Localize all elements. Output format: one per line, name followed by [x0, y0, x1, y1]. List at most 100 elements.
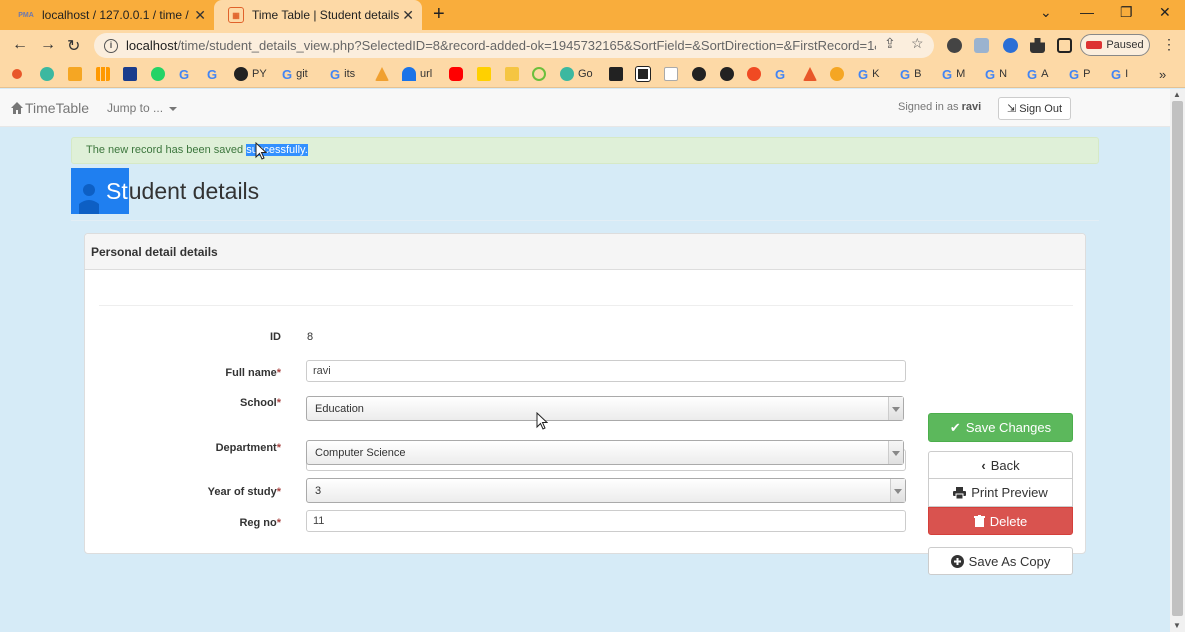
bookmark-icon[interactable] [68, 66, 86, 82]
restore-icon[interactable]: ❐ [1120, 4, 1133, 21]
google-p-bookmark[interactable]: GP [1069, 66, 1090, 82]
bookmark-icon[interactable] [609, 66, 627, 82]
sign-out-button[interactable]: ⇲ Sign Out [998, 97, 1071, 120]
tab-search-chevron-icon[interactable]: ⌄ [1040, 4, 1052, 21]
share-icon[interactable]: ⇪ [884, 35, 896, 52]
bookmark-icon[interactable] [96, 66, 114, 82]
google-a-bookmark[interactable]: GA [1027, 66, 1048, 82]
avatar [1086, 41, 1103, 49]
reg-no-input[interactable]: 11 [306, 510, 906, 532]
more-bookmarks-chevron-icon[interactable]: » [1159, 66, 1166, 82]
id-label: ID [81, 331, 281, 343]
scroll-up-icon[interactable]: ▲ [1173, 90, 1181, 99]
profile-paused-button[interactable]: Paused [1080, 34, 1150, 56]
back-button[interactable]: ‹ Back [928, 451, 1073, 479]
bookmark-icon[interactable] [532, 66, 550, 82]
menu-dots-icon[interactable]: ⋮ [1162, 36, 1176, 53]
address-bar[interactable]: i localhost/time/student_details_view.ph… [94, 33, 934, 58]
bookmark-icon[interactable] [747, 66, 765, 82]
back-label: Back [990, 457, 1020, 473]
bookmark-icon[interactable] [635, 66, 654, 82]
minimize-icon[interactable]: — [1080, 4, 1094, 20]
bookmark-label: K [872, 68, 880, 80]
required-mark: * [276, 367, 281, 379]
school-select[interactable]: Education [306, 396, 904, 421]
bookmark-icon[interactable] [692, 66, 710, 82]
url-bookmark[interactable]: url [402, 66, 432, 82]
go-bookmark[interactable]: Go [560, 66, 593, 82]
bookmark-label: M [956, 68, 966, 80]
delete-button[interactable]: Delete [928, 507, 1073, 535]
fullname-input-field[interactable]: ravi [306, 360, 906, 382]
department-select[interactable]: Computer Science [306, 440, 904, 465]
google-n-bookmark[interactable]: GN [985, 66, 1007, 82]
bookmark-icon[interactable] [830, 66, 848, 82]
google-bookmark-icon[interactable]: G [775, 66, 789, 82]
bookmark-icon[interactable] [477, 66, 495, 82]
bookmark-icon[interactable] [664, 66, 682, 82]
calendar-icon: ▦ [228, 7, 244, 23]
save-as-copy-button[interactable]: Save As Copy [928, 547, 1073, 575]
close-tab-icon[interactable]: ✕ [194, 7, 206, 24]
site-info-icon[interactable]: i [104, 38, 118, 53]
print-icon [953, 486, 967, 499]
jump-to-dropdown[interactable]: Jump to ... [107, 101, 178, 115]
url-text[interactable]: localhost/time/student_details_view.php?… [126, 38, 876, 53]
print-preview-button[interactable]: Print Preview [928, 479, 1073, 507]
its-bookmark[interactable]: Gits [330, 66, 355, 82]
close-tab-icon[interactable]: ✕ [402, 7, 414, 24]
google-k-bookmark[interactable]: GK [858, 66, 879, 82]
extensions-puzzle-icon[interactable] [1030, 38, 1045, 53]
jump-to-label: Jump to ... [107, 101, 164, 115]
youtube-bookmark-icon[interactable] [449, 66, 467, 82]
scrollbar-thumb[interactable] [1172, 101, 1183, 616]
forward-arrow-icon[interactable]: → [40, 36, 56, 54]
tab-title: Time Table | Student details [252, 8, 400, 22]
caret-down-icon [169, 106, 178, 111]
google-i-bookmark[interactable]: GI [1111, 66, 1128, 82]
bookmark-icon[interactable] [375, 66, 393, 82]
chevron-down-icon[interactable] [888, 397, 903, 420]
scroll-down-icon[interactable]: ▼ [1173, 621, 1181, 630]
divider [71, 220, 1099, 221]
google-b-bookmark[interactable]: GB [900, 66, 921, 82]
year-of-study-select[interactable]: 3 [306, 478, 906, 503]
required-mark: * [276, 517, 281, 529]
brand-link[interactable]: TimeTable [11, 100, 89, 116]
window-close-icon[interactable]: ✕ [1159, 4, 1171, 21]
google-m-bookmark[interactable]: GM [942, 66, 965, 82]
panda-extension-icon[interactable] [947, 38, 962, 53]
bookmark-label: P [1083, 68, 1091, 80]
required-mark: * [276, 442, 281, 454]
save-changes-button[interactable]: ✔ Save Changes [928, 413, 1073, 442]
browser-tab-student-details[interactable]: ▦ Time Table | Student details ✕ [214, 0, 422, 30]
bookmark-star-icon[interactable]: ☆ [911, 35, 924, 52]
brand-label: TimeTable [25, 100, 90, 116]
ieee-bookmark-icon[interactable] [123, 66, 141, 82]
at-extension-icon[interactable] [1003, 38, 1018, 53]
bookmark-icon[interactable] [505, 66, 523, 82]
image-extension-icon[interactable] [974, 38, 989, 53]
title-highlight: St [106, 168, 129, 214]
github-bookmark[interactable]: PY [234, 66, 267, 82]
chevron-left-icon: ‹ [981, 457, 986, 473]
chevron-down-icon[interactable] [888, 441, 903, 464]
school-label-text: School [240, 397, 277, 409]
reload-icon[interactable]: ↻ [67, 36, 80, 56]
whatsapp-bookmark-icon[interactable] [151, 66, 169, 82]
bookmark-label: N [999, 68, 1008, 80]
chevron-down-icon[interactable] [890, 479, 905, 502]
google-bookmark-icon[interactable]: G [207, 66, 221, 82]
bookmark-icon[interactable] [12, 66, 26, 82]
bookmark-icon[interactable] [40, 66, 58, 82]
new-tab-plus-icon[interactable]: + [433, 3, 445, 26]
side-panel-icon[interactable] [1057, 38, 1072, 53]
google-bookmark-icon[interactable]: G [179, 66, 193, 82]
page-scrollbar[interactable]: ▲ ▼ [1170, 89, 1185, 632]
bookmark-icon[interactable] [720, 66, 738, 82]
browser-tab-phpmyadmin[interactable]: PMA localhost / 127.0.0.1 / time / clas … [4, 0, 214, 30]
git-bookmark[interactable]: Ggit [282, 66, 308, 82]
mouse-cursor-icon [536, 412, 548, 430]
back-arrow-icon[interactable]: ← [12, 36, 28, 54]
bookmark-icon[interactable] [803, 66, 821, 82]
